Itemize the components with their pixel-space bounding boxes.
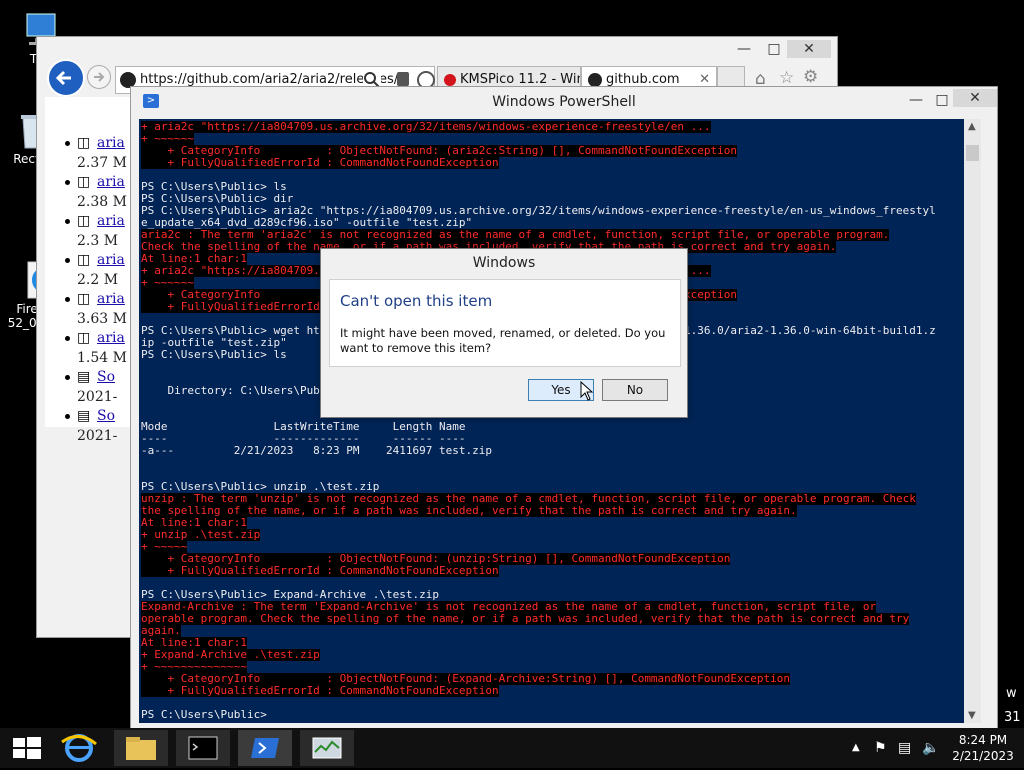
console-line: operable program. Check the spelling of … (141, 612, 910, 625)
asset-size: 2.37 M (77, 155, 127, 171)
taskbar-task-manager-button[interactable] (300, 730, 354, 766)
ps-minimize-button[interactable]: — (903, 91, 929, 109)
ps-maximize-button[interactable]: □ (929, 91, 955, 109)
asset-size: 1.54 M (77, 350, 127, 366)
start-button[interactable] (0, 730, 54, 766)
console-line: + FullyQualifiedErrorId : CommandNotFoun… (141, 684, 499, 697)
favorites-icon[interactable]: ☆ (779, 68, 794, 88)
clock-date: 2/21/2023 (952, 749, 1014, 763)
asset-size: 2021- (77, 389, 118, 405)
taskbar-explorer-button[interactable] (114, 730, 168, 766)
download-link[interactable]: aria (97, 174, 125, 190)
vertical-scrollbar[interactable]: ▲ ▼ (964, 119, 981, 723)
dialog-body: Can't open this item It might have been … (329, 279, 681, 367)
package-icon: ◫ (77, 213, 91, 229)
download-link[interactable]: aria (97, 330, 125, 346)
zip-icon: ▤ (77, 408, 91, 424)
desktop-edge-text-w: w (1006, 686, 1017, 701)
dialog-heading: Can't open this item (340, 292, 493, 310)
ie-maximize-button[interactable]: □ (761, 40, 787, 58)
lock-icon[interactable] (397, 72, 409, 86)
tab-label: KMSPico 11.2 - Win... (460, 72, 580, 87)
download-link[interactable]: aria (97, 213, 125, 229)
folder-icon (126, 737, 156, 760)
console-icon (188, 736, 218, 760)
asset-size: 3.63 M (77, 311, 127, 327)
dialog-message: It might have been moved, renamed, or de… (340, 326, 666, 355)
package-icon: ◫ (77, 291, 91, 307)
clock[interactable]: 8:24 PM 2/21/2023 (948, 728, 1018, 768)
task-manager-icon (312, 737, 342, 759)
back-arrow-icon (55, 70, 71, 86)
scroll-up-icon[interactable]: ▲ (968, 121, 976, 132)
windows-logo-icon (13, 737, 41, 759)
console-line: -a--- 2/21/2023 8:23 PM 2411697 test.zip (141, 444, 492, 457)
package-icon: ◫ (77, 252, 91, 268)
forward-button[interactable] (87, 65, 111, 89)
error-dialog: Windows Can't open this item It might ha… (320, 248, 688, 418)
zip-icon: ▤ (77, 369, 91, 385)
download-link[interactable]: aria (97, 291, 125, 307)
console-line: + FullyQualifiedErrorId : CommandNotFoun… (141, 156, 499, 169)
action-center-flag-icon[interactable]: ⚑ (874, 728, 887, 768)
show-hidden-icons-icon[interactable]: ▲ (852, 728, 860, 768)
ie-minimize-button[interactable]: — (731, 40, 757, 58)
window-title: Windows PowerShell (492, 94, 636, 110)
console-line: + aria2c "https://ia804709.us.archive.or… (141, 120, 711, 133)
powershell-icon (251, 738, 279, 758)
list-item: ◫ aria 2.3 M (65, 213, 125, 249)
list-item: ▤ So 2021- (65, 369, 117, 405)
scroll-thumb[interactable] (966, 145, 979, 161)
list-item: ◫ aria 3.63 M (65, 291, 127, 327)
download-link[interactable]: aria (97, 135, 125, 151)
desktop-edge-text-31: 31 (1004, 710, 1021, 725)
list-item: ◫ aria 1.54 M (65, 330, 127, 366)
taskbar-cmd-button[interactable] (176, 730, 230, 766)
console-line: + FullyQualifiedErrorId : CommandNotFoun… (141, 564, 499, 577)
console-line: PS C:\Users\Public> ls (141, 348, 287, 361)
asset-size: 2.3 M (77, 233, 119, 249)
ie-titlebar (37, 37, 837, 63)
list-item: ◫ aria 2.38 M (65, 174, 127, 210)
scroll-down-icon[interactable]: ▼ (968, 710, 976, 721)
download-link[interactable]: aria (97, 252, 125, 268)
ie-close-button[interactable]: ✕ (787, 40, 831, 58)
taskbar-powershell-button[interactable] (238, 730, 292, 766)
asset-size: 2.2 M (77, 272, 119, 288)
volume-muted-icon[interactable]: 🔈 (922, 728, 939, 768)
console-line: Directory: C:\Users\Public (141, 384, 340, 397)
clock-time: 8:24 PM (958, 733, 1008, 747)
ie-icon (61, 734, 97, 762)
package-icon: ◫ (77, 135, 91, 151)
no-button[interactable]: No (602, 379, 668, 401)
taskbar: ▲ ⚑ ▤ 🔈 8:24 PM 2/21/2023 (0, 728, 1024, 768)
dialog-title: Windows (472, 255, 536, 271)
kmspico-icon (444, 73, 456, 86)
package-icon: ◫ (77, 174, 91, 190)
asset-size: 2.38 M (77, 194, 127, 210)
github-icon (588, 72, 602, 87)
download-link[interactable]: So (97, 408, 115, 424)
back-button[interactable] (47, 59, 85, 97)
list-item: ▤ So 2021- (65, 408, 117, 444)
list-item: ◫ aria 2.37 M (65, 135, 127, 171)
console-line: PS C:\Users\Public> (141, 708, 267, 721)
mouse-cursor-icon (580, 381, 594, 401)
gear-icon[interactable]: ⚙ (803, 67, 818, 87)
list-item: ◫ aria 2.2 M (65, 252, 125, 288)
download-link[interactable]: So (97, 369, 115, 385)
asset-size: 2021- (77, 428, 118, 444)
network-icon[interactable]: ▤ (898, 728, 911, 768)
console-output[interactable]: ▲ ▼ + aria2c "https://ia804709.us.archiv… (139, 119, 981, 723)
taskbar-ie-button[interactable] (52, 730, 106, 766)
tab-label: github.com (606, 72, 680, 87)
ps-close-button[interactable]: ✕ (953, 89, 997, 107)
package-icon: ◫ (77, 330, 91, 346)
forward-arrow-icon (94, 72, 105, 82)
